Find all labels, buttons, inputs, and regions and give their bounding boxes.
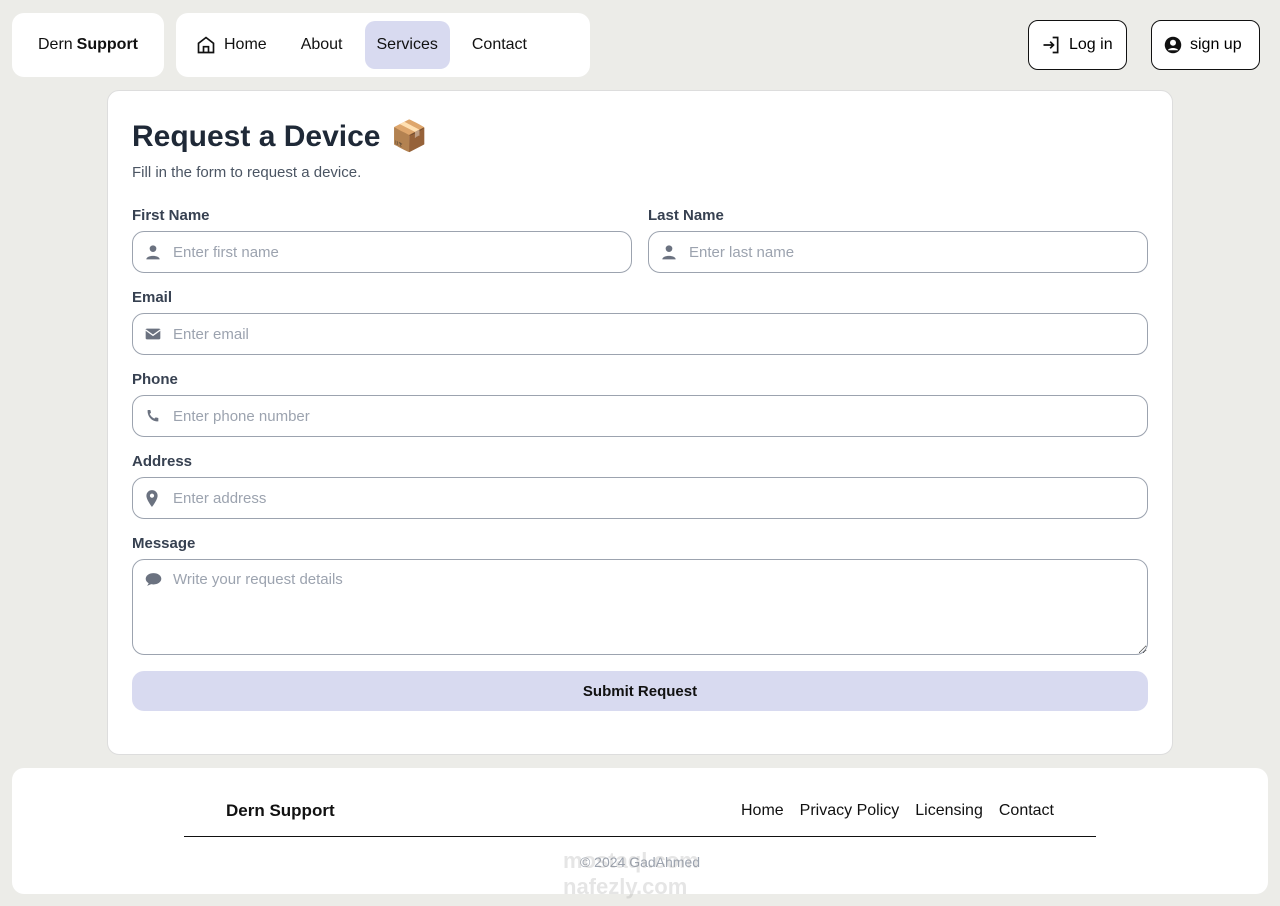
first-name-input[interactable]	[133, 232, 631, 272]
copyright: © 2024 GadAhmed	[579, 854, 701, 870]
page-subtitle: Fill in the form to request a device.	[132, 164, 362, 181]
address-input[interactable]	[133, 478, 1147, 518]
user-icon	[146, 245, 160, 260]
footer-brand: Dern Support	[226, 801, 335, 820]
main-nav: Home About Services Contact	[176, 13, 590, 77]
footer-divider	[184, 836, 1096, 837]
brand-logo[interactable]: Dern Support	[12, 13, 164, 77]
user-circle-icon	[1164, 36, 1182, 54]
login-icon	[1043, 36, 1059, 54]
home-icon	[197, 36, 215, 54]
package-icon: 📦	[390, 120, 428, 153]
email-input[interactable]	[133, 314, 1147, 354]
nav-services[interactable]: Services	[364, 21, 450, 69]
user-icon	[662, 245, 676, 260]
footer-link-licensing[interactable]: Licensing	[915, 802, 983, 820]
nav-home[interactable]: Home	[184, 21, 279, 69]
map-pin-icon	[146, 489, 158, 507]
phone-icon	[147, 410, 159, 422]
address-label: Address	[132, 453, 193, 470]
envelope-icon	[145, 328, 161, 340]
phone-label: Phone	[132, 371, 178, 388]
submit-request-button[interactable]: Submit Request	[132, 671, 1148, 711]
signup-button[interactable]: sign up	[1151, 20, 1260, 70]
page-title: Request a Device 📦	[132, 119, 428, 154]
request-form-card: Request a Device 📦 Fill in the form to re…	[107, 90, 1173, 755]
nav-about[interactable]: About	[289, 21, 355, 69]
last-name-label: Last Name	[648, 207, 724, 224]
nav-contact[interactable]: Contact	[460, 21, 539, 69]
message-label: Message	[132, 535, 196, 552]
footer-link-privacy[interactable]: Privacy Policy	[800, 802, 900, 820]
footer-link-contact[interactable]: Contact	[999, 802, 1054, 820]
email-label: Email	[132, 289, 173, 306]
comment-icon	[145, 573, 162, 586]
footer-link-home[interactable]: Home	[741, 802, 784, 820]
message-textarea[interactable]	[133, 560, 1147, 654]
last-name-input[interactable]	[649, 232, 1147, 272]
footer: Dern Support Home Privacy Policy Licensi…	[12, 768, 1268, 894]
phone-input[interactable]	[133, 396, 1147, 436]
login-button[interactable]: Log in	[1028, 20, 1127, 70]
first-name-label: First Name	[132, 207, 210, 224]
